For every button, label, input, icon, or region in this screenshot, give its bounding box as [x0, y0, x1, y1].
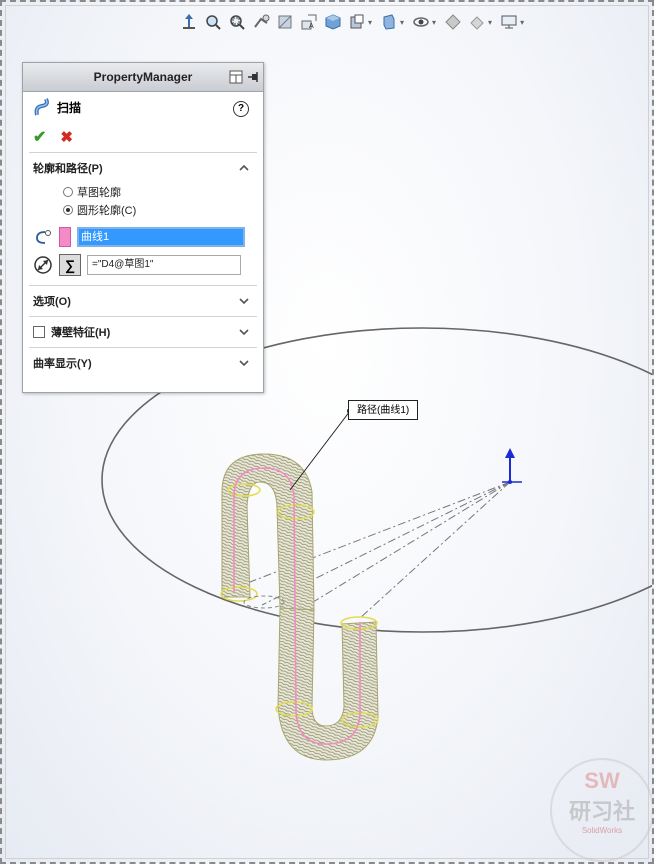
radio-button-selected[interactable]: [63, 205, 73, 215]
section-view-icon[interactable]: [274, 11, 296, 33]
edit-appearance-icon[interactable]: [410, 11, 432, 33]
svg-text:A: A: [309, 23, 314, 30]
thin-feature-checkbox[interactable]: [33, 326, 45, 338]
radio-sketch-profile[interactable]: 草图轮廓: [23, 183, 263, 201]
zoom-to-fit-icon[interactable]: [202, 11, 224, 33]
construction-lines: [223, 481, 511, 619]
property-manager-header: PropertyManager: [23, 63, 263, 92]
help-icon[interactable]: ?: [233, 101, 249, 117]
origin-triad: [502, 448, 522, 484]
watermark-name: 研习社: [568, 799, 635, 824]
hide-show-icon[interactable]: [378, 11, 400, 33]
view-orientation-icon[interactable]: [178, 11, 200, 33]
tile-icon[interactable]: [229, 70, 243, 84]
chevron-down-icon[interactable]: ▾: [400, 18, 404, 27]
curvature-display-section-title: 曲率显示(Y): [33, 358, 92, 370]
radio-circular-profile[interactable]: 圆形轮廓(C): [23, 201, 263, 219]
solidworks-window: 路径(曲线1) A ▾ ▾ ▾ ▾ ▾ PropertyManager 扫描 ?…: [0, 0, 654, 864]
display-style-icon[interactable]: [346, 11, 368, 33]
cancel-button[interactable]: ✖: [60, 128, 73, 146]
chevron-up-icon[interactable]: [237, 161, 251, 175]
view-settings-icon[interactable]: [466, 11, 488, 33]
path-color-swatch: [59, 227, 71, 247]
path-callout-label[interactable]: 路径(曲线1): [348, 400, 418, 420]
chevron-down-icon[interactable]: [237, 356, 251, 370]
watermark-sub: SolidWorks: [581, 826, 623, 835]
radio-sketch-profile-label: 草图轮廓: [77, 187, 121, 199]
path-selection-field[interactable]: 曲线1: [77, 227, 245, 247]
diameter-icon: [34, 256, 52, 274]
ok-button[interactable]: ✔: [33, 127, 46, 147]
property-manager-title: PropertyManager: [93, 70, 193, 84]
monitor-icon[interactable]: [498, 11, 520, 33]
curvature-display-section-header[interactable]: 曲率显示(Y): [23, 348, 263, 378]
sweep-icon: [34, 98, 49, 116]
chevron-down-icon[interactable]: [237, 294, 251, 308]
zoom-to-area-icon[interactable]: [226, 11, 248, 33]
dynamic-annotation-icon[interactable]: A: [298, 11, 320, 33]
chevron-down-icon[interactable]: ▾: [488, 18, 492, 27]
profile-path-section-title: 轮廓和路径(P): [33, 163, 103, 175]
chevron-down-icon[interactable]: [237, 325, 251, 339]
callout-leader: [289, 410, 351, 491]
watermark-brand: SW: [584, 768, 620, 793]
heads-up-toolbar: A ▾ ▾ ▾ ▾ ▾: [178, 8, 528, 36]
chevron-down-icon[interactable]: ▾: [520, 18, 524, 27]
equation-sigma-button[interactable]: ∑: [59, 254, 81, 276]
feature-title-row: 扫描: [23, 92, 263, 122]
chevron-down-icon[interactable]: ▾: [368, 18, 372, 27]
path-icon: [36, 230, 51, 244]
radio-button[interactable]: [63, 187, 73, 197]
property-manager-panel: PropertyManager 扫描 ? ✔ ✖ 轮廓和路径(P) 草图轮廓 圆…: [22, 62, 264, 393]
ok-cancel-row: ✔ ✖: [23, 122, 263, 152]
thin-feature-section-header[interactable]: 薄壁特征(H): [23, 317, 263, 347]
options-section-title: 选项(O): [33, 296, 71, 308]
apply-scene-icon[interactable]: [442, 11, 464, 33]
profile-path-section-header[interactable]: 轮廓和路径(P): [23, 153, 263, 183]
watermark-logo: SW 研习社 SolidWorks: [550, 758, 652, 862]
path-selection-row: 曲线1: [23, 223, 263, 251]
feature-name: 扫描: [57, 100, 82, 115]
previous-view-icon[interactable]: [250, 11, 272, 33]
chevron-down-icon[interactable]: ▾: [432, 18, 436, 27]
pin-icon[interactable]: [247, 70, 259, 84]
radio-circular-profile-label: 圆形轮廓(C): [77, 205, 137, 217]
diameter-input[interactable]: ="D4@草图1": [87, 255, 241, 275]
options-section-header[interactable]: 选项(O): [23, 286, 263, 316]
diameter-row: ∑ ="D4@草图1": [23, 251, 263, 279]
thin-feature-section-title: 薄壁特征(H): [51, 327, 111, 339]
view-cube-icon[interactable]: [322, 11, 344, 33]
